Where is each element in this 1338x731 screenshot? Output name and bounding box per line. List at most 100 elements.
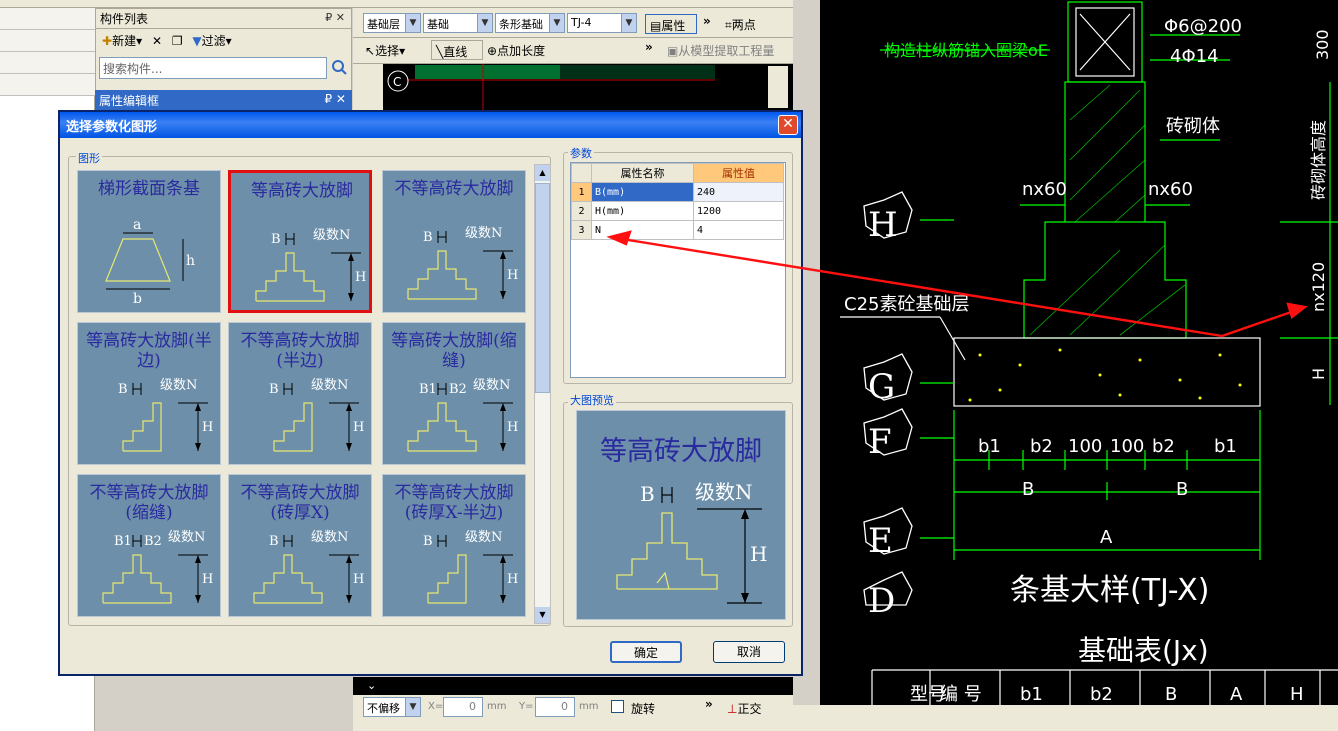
drawing-canvas[interactable]: C	[353, 64, 793, 110]
cancel-button[interactable]: 取消	[713, 641, 785, 663]
cad-dim-label: B	[1176, 479, 1188, 500]
cad-step-label: nx60	[1148, 179, 1193, 200]
extract-quantity-button[interactable]: ▣从模型提取工程量	[667, 42, 774, 59]
left-nav-row[interactable]	[0, 74, 95, 96]
tile-b-label: B	[269, 534, 279, 549]
chevron-down-icon: ▼	[405, 698, 420, 716]
shape-tile[interactable]: a b h 梯形截面条基	[77, 170, 221, 313]
shape-tile-label: 梯形截面条基	[98, 179, 200, 199]
tile-h-label: H	[355, 270, 366, 285]
axis-h-label: H	[868, 205, 898, 245]
table-row[interactable]: 2 H(mm) 1200	[571, 201, 784, 221]
cad-drawing-viewer[interactable]: H G F E D Φ6@200 4Φ14 砖砌体 nx60 nx60 C25素…	[820, 0, 1338, 705]
toolbar-layer: 基础层 ▼ 基础 ▼ 条形基础 ▼ TJ-4 ▼ ▤属性 » ⌗两点	[353, 8, 793, 38]
scroll-thumb[interactable]	[535, 183, 550, 393]
scroll-down-icon[interactable]: ▼	[535, 607, 550, 623]
delete-icon[interactable]: ✕	[152, 34, 162, 48]
search-icon[interactable]	[329, 57, 349, 79]
shapes-group-label: 图形	[76, 150, 102, 166]
shape-tile[interactable]: B 级数N H 不等高砖大放脚(砖厚X-半边)	[382, 474, 526, 617]
ok-button[interactable]: 确定	[610, 641, 682, 663]
tile-b-label: B	[423, 534, 433, 549]
shape-tile[interactable]: B 级数N H 不等高砖大放脚(半边)	[228, 322, 372, 465]
search-input[interactable]: 搜索构件...	[99, 57, 327, 79]
shape-tile[interactable]: B1 B2 级数N H 等高砖大放脚(缩缝)	[382, 322, 526, 465]
tile-b-label: B1	[419, 382, 437, 397]
toolbar-draw: ↖选择▾ ╲直线 ⊕点加长度 » ▣从模型提取工程量	[353, 38, 793, 64]
preview-group-label: 大图预览	[568, 392, 616, 408]
ortho-button[interactable]: ⊥正交	[727, 700, 761, 717]
tile-h-label: H	[353, 420, 364, 435]
table-row[interactable]: 1 B(mm) 240	[571, 182, 784, 202]
tile-n-label: 级数N	[465, 530, 502, 545]
pin-close-icon[interactable]: ₽ ✕	[325, 11, 345, 24]
tile-b-label: B	[118, 382, 128, 397]
tile-h-label: H	[202, 572, 213, 587]
overflow-icon[interactable]: »	[703, 14, 711, 28]
expand-icon[interactable]: ⌄	[367, 679, 376, 692]
col-name-header: 属性名称	[591, 163, 694, 183]
select-button[interactable]: ↖选择▾	[365, 42, 405, 59]
attribute-icon: ▤	[650, 19, 662, 33]
params-group-label: 参数	[568, 145, 594, 161]
point-length-button[interactable]: ⊕点加长度	[487, 42, 545, 59]
close-icon[interactable]: ✕	[778, 115, 798, 135]
tile-h-label: H	[507, 268, 518, 283]
y-input[interactable]: 0	[535, 697, 575, 717]
line-button[interactable]: ╲直线	[431, 40, 483, 60]
left-nav-row[interactable]	[0, 8, 95, 30]
scroll-up-icon[interactable]: ▲	[535, 165, 550, 181]
param-value-cell[interactable]: 240	[693, 182, 784, 202]
overflow-icon[interactable]: »	[705, 697, 713, 711]
pin-close-icon[interactable]: ₽ ✕	[324, 92, 346, 106]
copy-icon[interactable]: ❐	[172, 34, 183, 48]
cad-step-label: nx60	[1022, 179, 1067, 200]
offset-select[interactable]: 不偏移 ▼	[363, 697, 421, 717]
shape-tile[interactable]: B1 B2 级数N H 不等高砖大放脚(缩缝)	[77, 474, 221, 617]
cad-dim-label: B	[1022, 479, 1034, 500]
left-nav-row[interactable]	[0, 30, 95, 52]
new-button[interactable]: ✚新建▾	[102, 34, 142, 48]
tile-h-label: H	[353, 572, 364, 587]
property-editor-titlebar: 属性编辑框 ₽ ✕	[95, 90, 352, 110]
type-select[interactable]: 条形基础 ▼	[495, 13, 565, 33]
tile-b2-label: B2	[144, 534, 162, 549]
overflow-icon[interactable]: »	[645, 40, 653, 54]
axis-g-label: G	[868, 367, 895, 407]
param-value-cell[interactable]: 1200	[693, 201, 784, 221]
cad-dim-label: 300	[1313, 29, 1332, 60]
tile-b-label: b	[133, 291, 142, 307]
drawing-canvas-strip	[353, 677, 793, 695]
filter-icon: ▼	[192, 34, 202, 48]
y-unit: mm	[579, 701, 599, 712]
filter-button[interactable]: ▼过滤▾	[192, 34, 231, 48]
shape-tile[interactable]: B 级数N H 不等高砖大放脚	[382, 170, 526, 313]
shape-tile-label: 等高砖大放脚(半边)	[86, 331, 212, 371]
attribute-button[interactable]: ▤属性	[645, 14, 697, 34]
large-preview: 等高砖大放脚 B 级数N H	[576, 410, 786, 620]
rotate-label: 旋转	[631, 702, 656, 716]
rotate-checkbox[interactable]	[611, 700, 624, 713]
x-input[interactable]: 0	[443, 697, 483, 717]
left-nav-row[interactable]	[0, 52, 95, 74]
param-value-cell[interactable]: 4	[693, 220, 784, 240]
layer-select[interactable]: 基础层 ▼	[363, 13, 421, 33]
two-points-button[interactable]: ⌗两点	[725, 16, 756, 33]
table-row[interactable]: 3 N 4	[571, 220, 784, 240]
shape-tile[interactable]: B 级数N H 不等高砖大放脚(砖厚X)	[228, 474, 372, 617]
shape-tile[interactable]: B 级数N H 等高砖大放脚	[228, 170, 372, 313]
shape-scrollbar[interactable]: ▲ ▼	[534, 164, 551, 624]
params-table: 属性名称 属性值 1 B(mm) 240 2 H(mm) 1200 3 N 4	[570, 162, 786, 378]
extract-icon: ▣	[667, 44, 679, 58]
dialog-title: 选择参数化图形	[66, 120, 158, 135]
coordinate-toolbar: ⌄ 不偏移 ▼ X= 0 mm Y= 0 mm 旋转 » ⊥正交	[353, 677, 793, 731]
item-select[interactable]: TJ-4 ▼	[567, 13, 637, 33]
shape-tile-label: 不等高砖大放脚(半边)	[240, 331, 360, 371]
y-label: Y=	[519, 701, 534, 712]
cad-anchor-note: 构造柱纵筋锚入圈梁oE	[884, 41, 1048, 60]
cad-dim-label: nx120	[1309, 262, 1328, 312]
shape-tile[interactable]: B 级数N H 等高砖大放脚(半边)	[77, 322, 221, 465]
tile-h-label: H	[507, 572, 518, 587]
cad-dim-label: H	[1309, 368, 1328, 380]
category-select[interactable]: 基础 ▼	[423, 13, 493, 33]
